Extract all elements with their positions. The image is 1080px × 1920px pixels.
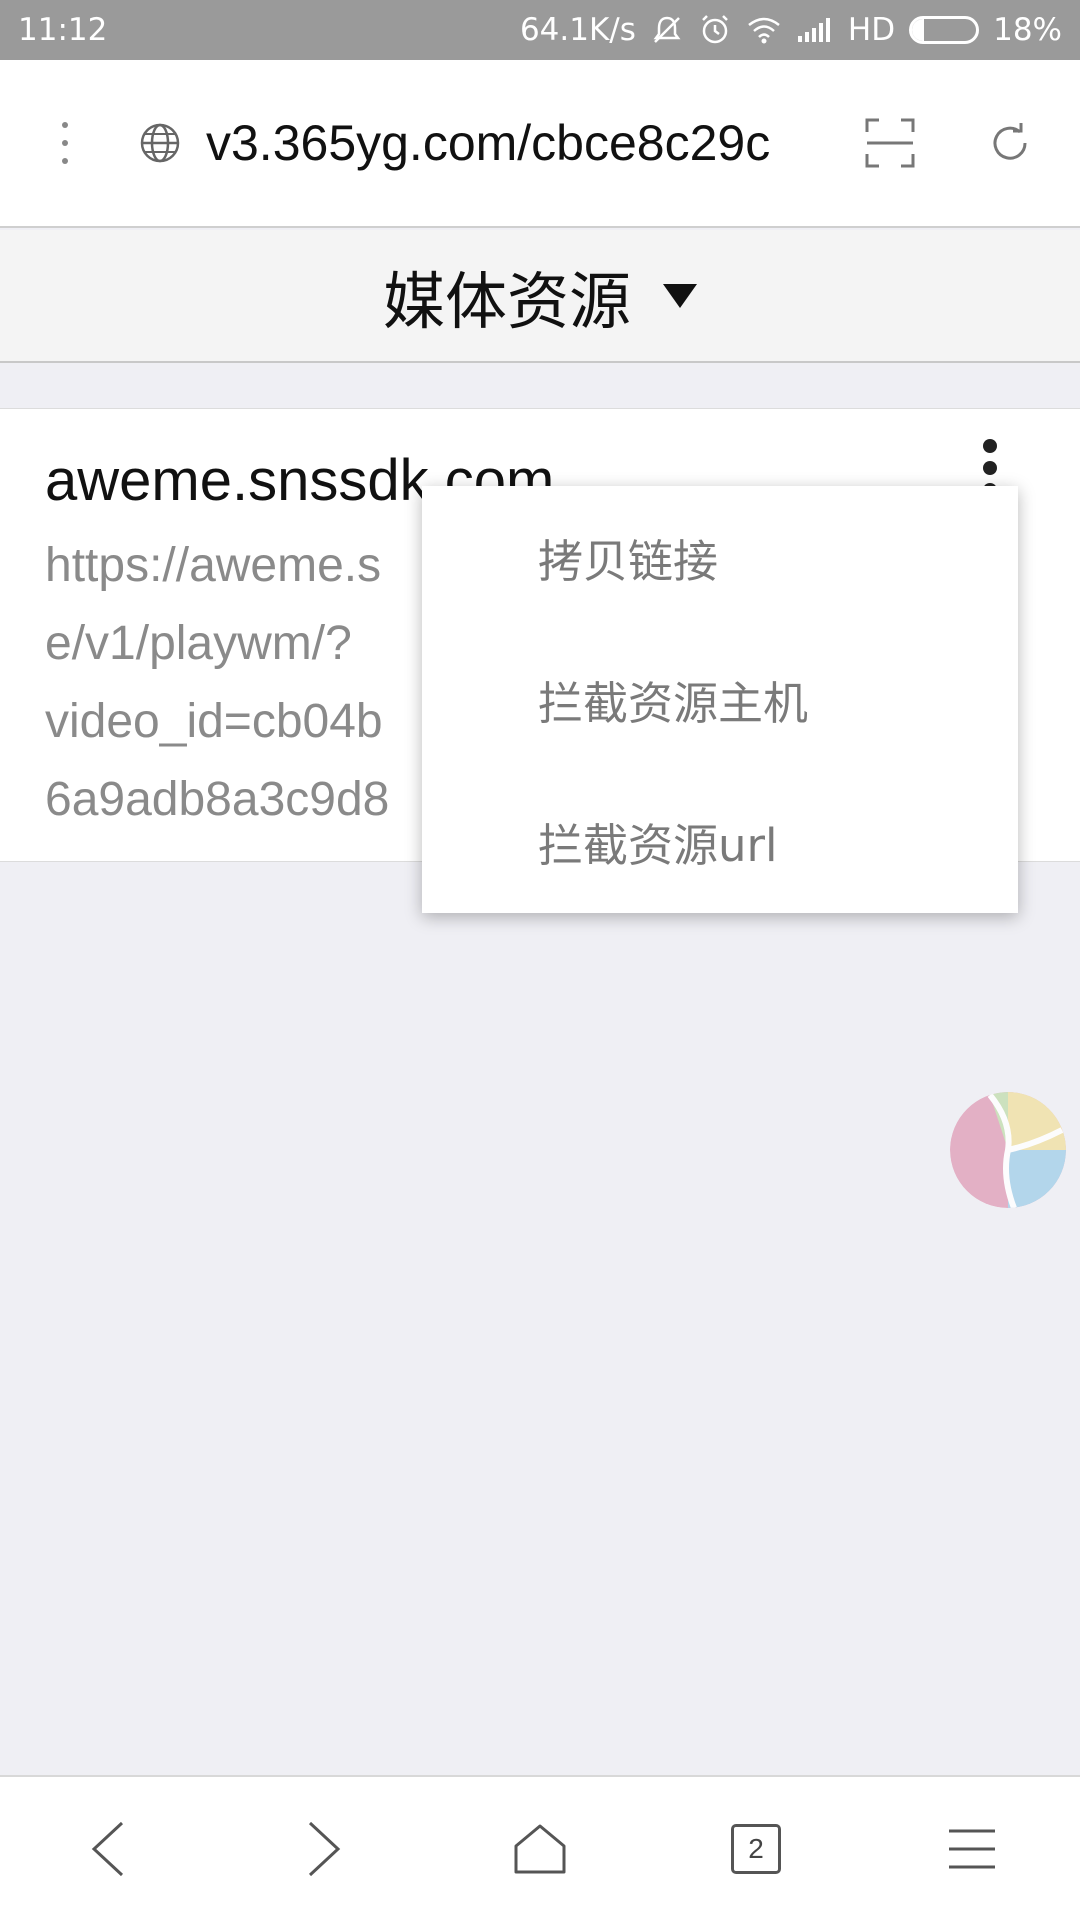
home-icon[interactable] [470,1789,610,1909]
status-bar: 11:12 64.1K/s HD 18% [0,0,1080,60]
caret-down-icon [663,283,697,308]
battery-percent: 18% [993,12,1062,48]
signal-icon [796,16,834,44]
menu-icon[interactable] [902,1789,1042,1909]
status-indicators: 64.1K/s HD 18% [520,12,1062,48]
address-field[interactable]: v3.365yg.com/cbce8c29c [206,114,814,172]
section-title: 媒体资源 [382,264,631,338]
section-header[interactable]: 媒体资源 [0,230,1080,363]
tab-count: 2 [731,1823,781,1874]
screen: 11:12 64.1K/s HD 18% v3.365yg.com/cbce8c… [0,0,1080,1920]
menu-item-block-host[interactable]: 拦截资源主机 [422,628,1018,770]
menu-item-block-url[interactable]: 拦截资源url [422,770,1018,912]
url-bar: v3.365yg.com/cbce8c29c [0,60,1080,228]
wifi-icon [746,15,782,45]
reload-icon[interactable] [950,120,1070,166]
floating-ball-icon[interactable] [950,1092,1066,1208]
back-icon[interactable] [38,1789,178,1909]
forward-icon[interactable] [254,1789,394,1909]
battery-icon [909,16,980,44]
tabs-icon[interactable]: 2 [686,1789,826,1909]
menu-item-copy-link[interactable]: 拷贝链接 [422,486,1018,628]
battery-fill [912,19,924,41]
net-speed: 64.1K/s [519,12,636,48]
more-vertical-icon[interactable] [0,60,130,226]
dot [983,461,997,475]
alarm-icon [698,13,732,47]
network-type: HD [847,12,896,48]
globe-icon [130,121,190,165]
mute-icon [650,13,684,47]
status-time: 11:12 [18,12,108,48]
scan-icon[interactable] [830,118,950,168]
dot [983,439,997,453]
bottom-nav: 2 [0,1775,1080,1920]
context-menu: 拷贝链接 拦截资源主机 拦截资源url [422,486,1018,913]
